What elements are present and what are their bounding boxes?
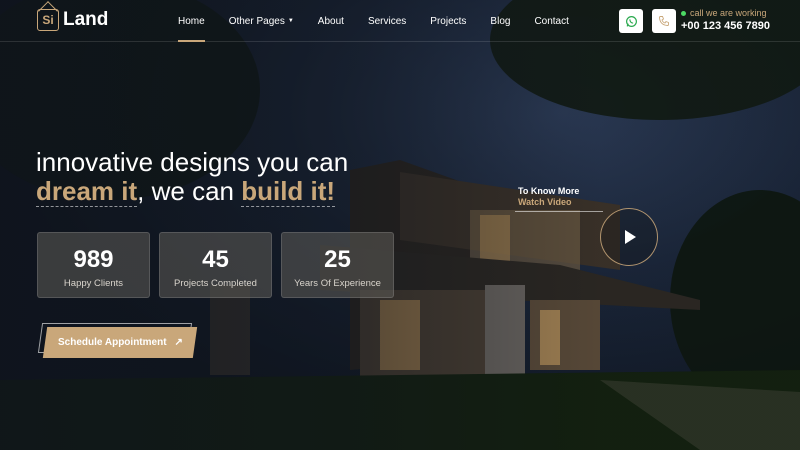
stat-card-clients: 989 Happy Clients [37,232,150,298]
nav-label: Home [178,15,205,27]
cta-label: Schedule Appointment [57,337,167,348]
stat-value: 25 [324,246,351,273]
whatsapp-button[interactable] [619,9,643,33]
nav-item-projects[interactable]: Projects [418,0,478,42]
schedule-appointment-button[interactable]: Schedule Appointment ↗ [42,327,198,358]
site-header: Si Land Home Other Pages ▼ About Services… [0,0,800,42]
hero-headline: innovative designs you can dream it, we … [36,147,349,207]
nav-item-blog[interactable]: Blog [478,0,522,42]
phone-icon [659,16,669,26]
phone-button[interactable] [652,9,676,33]
headline-line2: dream it, we can build it! [36,176,348,207]
nav-label: About [317,15,344,27]
status-dot [681,10,686,16]
headline-mid: , we can [137,176,242,206]
video-caption: To Know More Watch Video [518,186,579,208]
whatsapp-icon [625,15,637,27]
caret-down-icon: ▼ [287,18,294,24]
stat-label: Projects Completed [174,278,257,289]
nav-label: Other Pages [228,15,285,27]
nav-item-services[interactable]: Services [356,0,418,42]
main-nav: Home Other Pages ▼ About Services Project… [166,0,581,42]
nav-label: Services [367,15,407,27]
working-status: call we are working [681,8,770,18]
nav-item-other-pages[interactable]: Other Pages ▼ [217,0,306,42]
nav-item-home[interactable]: Home [166,0,217,42]
logo[interactable]: Si Land [37,9,108,31]
stat-label: Years Of Experience [294,278,381,289]
headline-accent-build: build it! [241,176,336,207]
cta-content: Schedule Appointment ↗ [58,337,183,348]
nav-item-about[interactable]: About [306,0,356,42]
headline-accent-dream: dream it [36,176,138,207]
nav-label: Projects [430,15,467,27]
nav-label: Contact [534,15,569,27]
play-video-button[interactable] [600,208,658,266]
phone-number[interactable]: +00 123 456 7890 [681,20,770,32]
status-text: call we are working [690,8,767,18]
headline-line1: innovative designs you can [36,147,349,177]
nav-item-contact[interactable]: Contact [522,0,580,42]
nav-label: Blog [490,15,511,27]
arrow-up-right-icon: ↗ [174,337,183,348]
stat-card-experience: 25 Years Of Experience [281,232,394,298]
video-caption-line2[interactable]: Watch Video [518,197,579,208]
video-caption-line1: To Know More [518,186,580,196]
cta-wrapper: Schedule Appointment ↗ [37,323,198,358]
logo-mark: Si [37,9,59,31]
play-icon [625,230,636,244]
logo-text: Land [63,9,109,30]
stat-value: 989 [73,246,114,273]
video-connector-line [515,211,603,212]
hero-overlay [0,0,800,450]
stat-card-projects: 45 Projects Completed [159,232,272,298]
stat-label: Happy Clients [63,278,124,289]
stat-value: 45 [202,246,229,273]
contact-info: call we are working +00 123 456 7890 [681,8,770,32]
